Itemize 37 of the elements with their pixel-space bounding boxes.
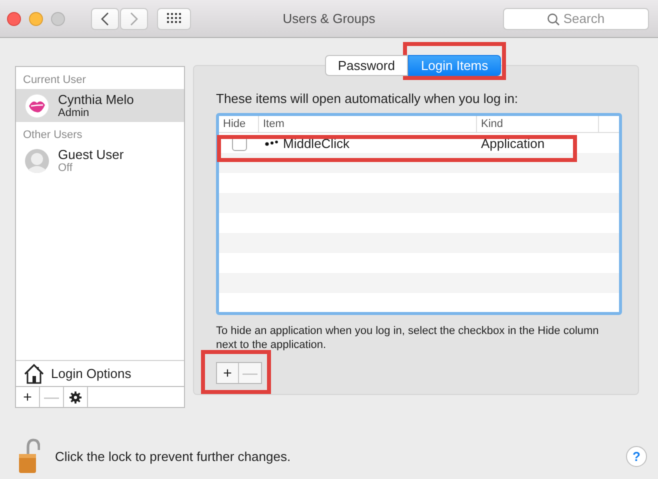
grid-icon <box>167 13 181 24</box>
intro-text: These items will open automatically when you log in: <box>216 91 520 106</box>
gear-icon <box>69 390 82 404</box>
show-all-button[interactable] <box>157 8 191 30</box>
user-item[interactable]: Cynthia Melo Admin <box>16 89 184 122</box>
login-options-label: Login Options <box>51 366 132 381</box>
user-role: Off <box>58 162 74 174</box>
table-cell: MiddleClick <box>283 136 350 150</box>
highlight-box <box>201 350 271 394</box>
close-icon[interactable] <box>7 12 21 26</box>
person-avatar-icon <box>24 148 50 174</box>
tab[interactable]: Password <box>324 55 408 76</box>
lips-avatar-icon <box>24 92 50 118</box>
search-field[interactable]: Search <box>503 8 649 30</box>
user-name: Guest User <box>58 146 124 162</box>
user-item[interactable]: Guest User Off <box>16 144 184 177</box>
user-role: Admin <box>58 106 90 120</box>
table-cell-text: Application <box>480 136 546 150</box>
chevron-right-icon <box>129 12 139 26</box>
dots-icon <box>265 139 279 147</box>
column-header[interactable]: Hide <box>219 116 259 132</box>
column-header[interactable]: Item <box>259 116 477 132</box>
user-name: Cynthia Melo <box>58 92 134 106</box>
add-item-button[interactable]: + <box>217 363 239 383</box>
chevron-left-icon <box>100 12 110 26</box>
login-options-item[interactable]: Login Options <box>16 360 184 386</box>
padlock-open-icon <box>18 438 40 474</box>
window-title: Users & Groups <box>282 11 376 26</box>
search-icon <box>547 12 560 26</box>
hint-text: To hide an application when you log in, select the checkbox in the Hide column next to the application. <box>216 324 600 352</box>
section-heading: Current User <box>22 73 87 87</box>
column-header[interactable]: Kind <box>477 116 599 132</box>
section-heading: Other Users <box>22 128 84 142</box>
house-icon <box>23 362 45 384</box>
lock-message: Click the lock to prevent further changes. <box>55 448 291 464</box>
help-button[interactable]: ? <box>626 446 647 466</box>
back-button[interactable] <box>91 8 119 30</box>
